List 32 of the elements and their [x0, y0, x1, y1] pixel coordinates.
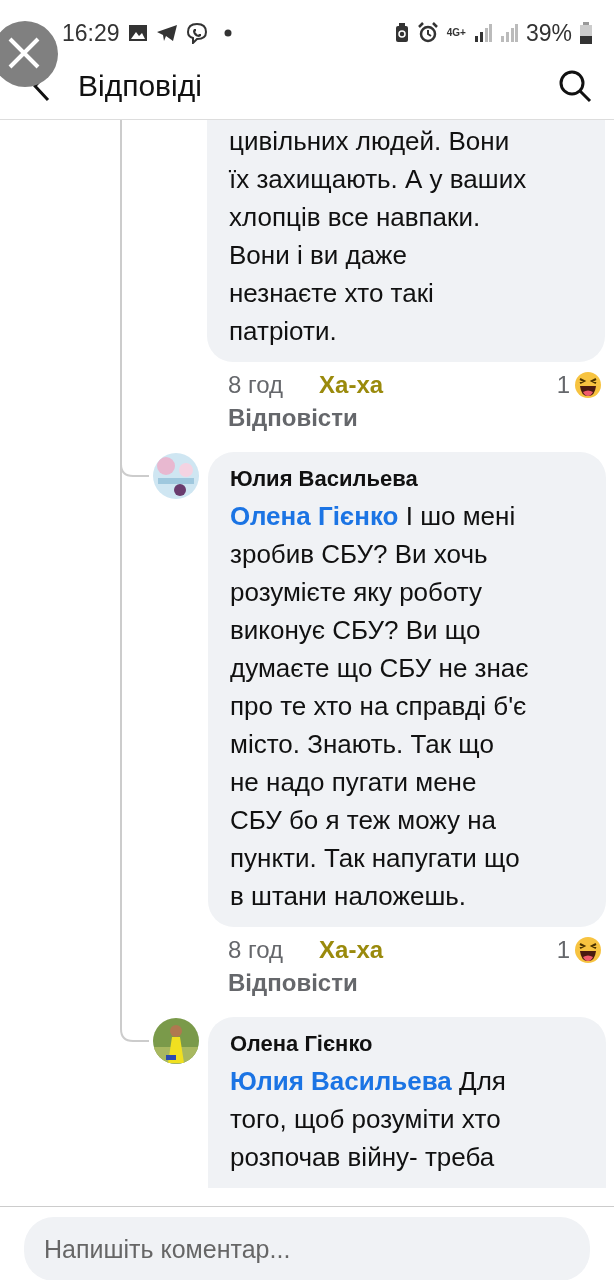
comment-time: 8 год: [228, 370, 284, 400]
reaction-link[interactable]: Ха-ха: [319, 368, 384, 402]
telegram-icon: [155, 24, 178, 42]
dot-icon: [223, 29, 232, 37]
page-title: Відповіді: [78, 68, 202, 104]
reply-link[interactable]: Відповісти: [0, 967, 614, 999]
comment-text: Олена Гієнко І шо мені зробив СБУ? Ви хочь розумієте яку роботу виконує СБУ? Ви що думаєте що СБУ не знає про те хто на справді б'є місто. Знають. Так що не надо пугати мене СБУ бо я теж можу на пункти. Так напугати що в штани наложешь.: [230, 500, 530, 913]
reaction-count: 1: [556, 935, 570, 965]
laughing-emoji-icon: [574, 936, 602, 964]
battery-icon: [580, 22, 592, 44]
signal-icon: [473, 24, 492, 42]
reaction-count: 1: [556, 370, 570, 400]
author-name[interactable]: Олена Гієнко: [230, 1027, 584, 1060]
search-icon[interactable]: [558, 68, 592, 103]
network-label: 4G+: [446, 28, 466, 38]
comment-text: цивільних людей. Вони їх захищають. А у ваших хлопців все навпаки. Вони і ви даже незнаєте хто такі патріоти.: [229, 125, 528, 348]
phone-bubble-icon: [185, 22, 208, 44]
reaction-link[interactable]: Ха-ха: [319, 933, 384, 967]
author-name[interactable]: Юлия Васильева: [230, 462, 584, 495]
comment-time: 8 год: [228, 935, 284, 965]
laughing-emoji-icon: [574, 371, 602, 399]
battery-saver-icon: [394, 23, 409, 43]
battery-percent: 39%: [525, 18, 572, 48]
gallery-icon: [127, 24, 148, 42]
status-time: 16:29: [62, 18, 120, 48]
mention-link[interactable]: Юлия Васильева: [230, 1066, 452, 1096]
alarm-icon: [416, 22, 439, 44]
reply-link[interactable]: Відповісти: [0, 402, 614, 434]
signal-icon: [499, 24, 518, 42]
comment-text: Юлия Васильева Для того, щоб розуміти хто розпочав війну- треба: [230, 1065, 507, 1174]
comment-input[interactable]: Напишіть коментар...: [24, 1217, 590, 1280]
mention-link[interactable]: Олена Гієнко: [230, 501, 399, 531]
